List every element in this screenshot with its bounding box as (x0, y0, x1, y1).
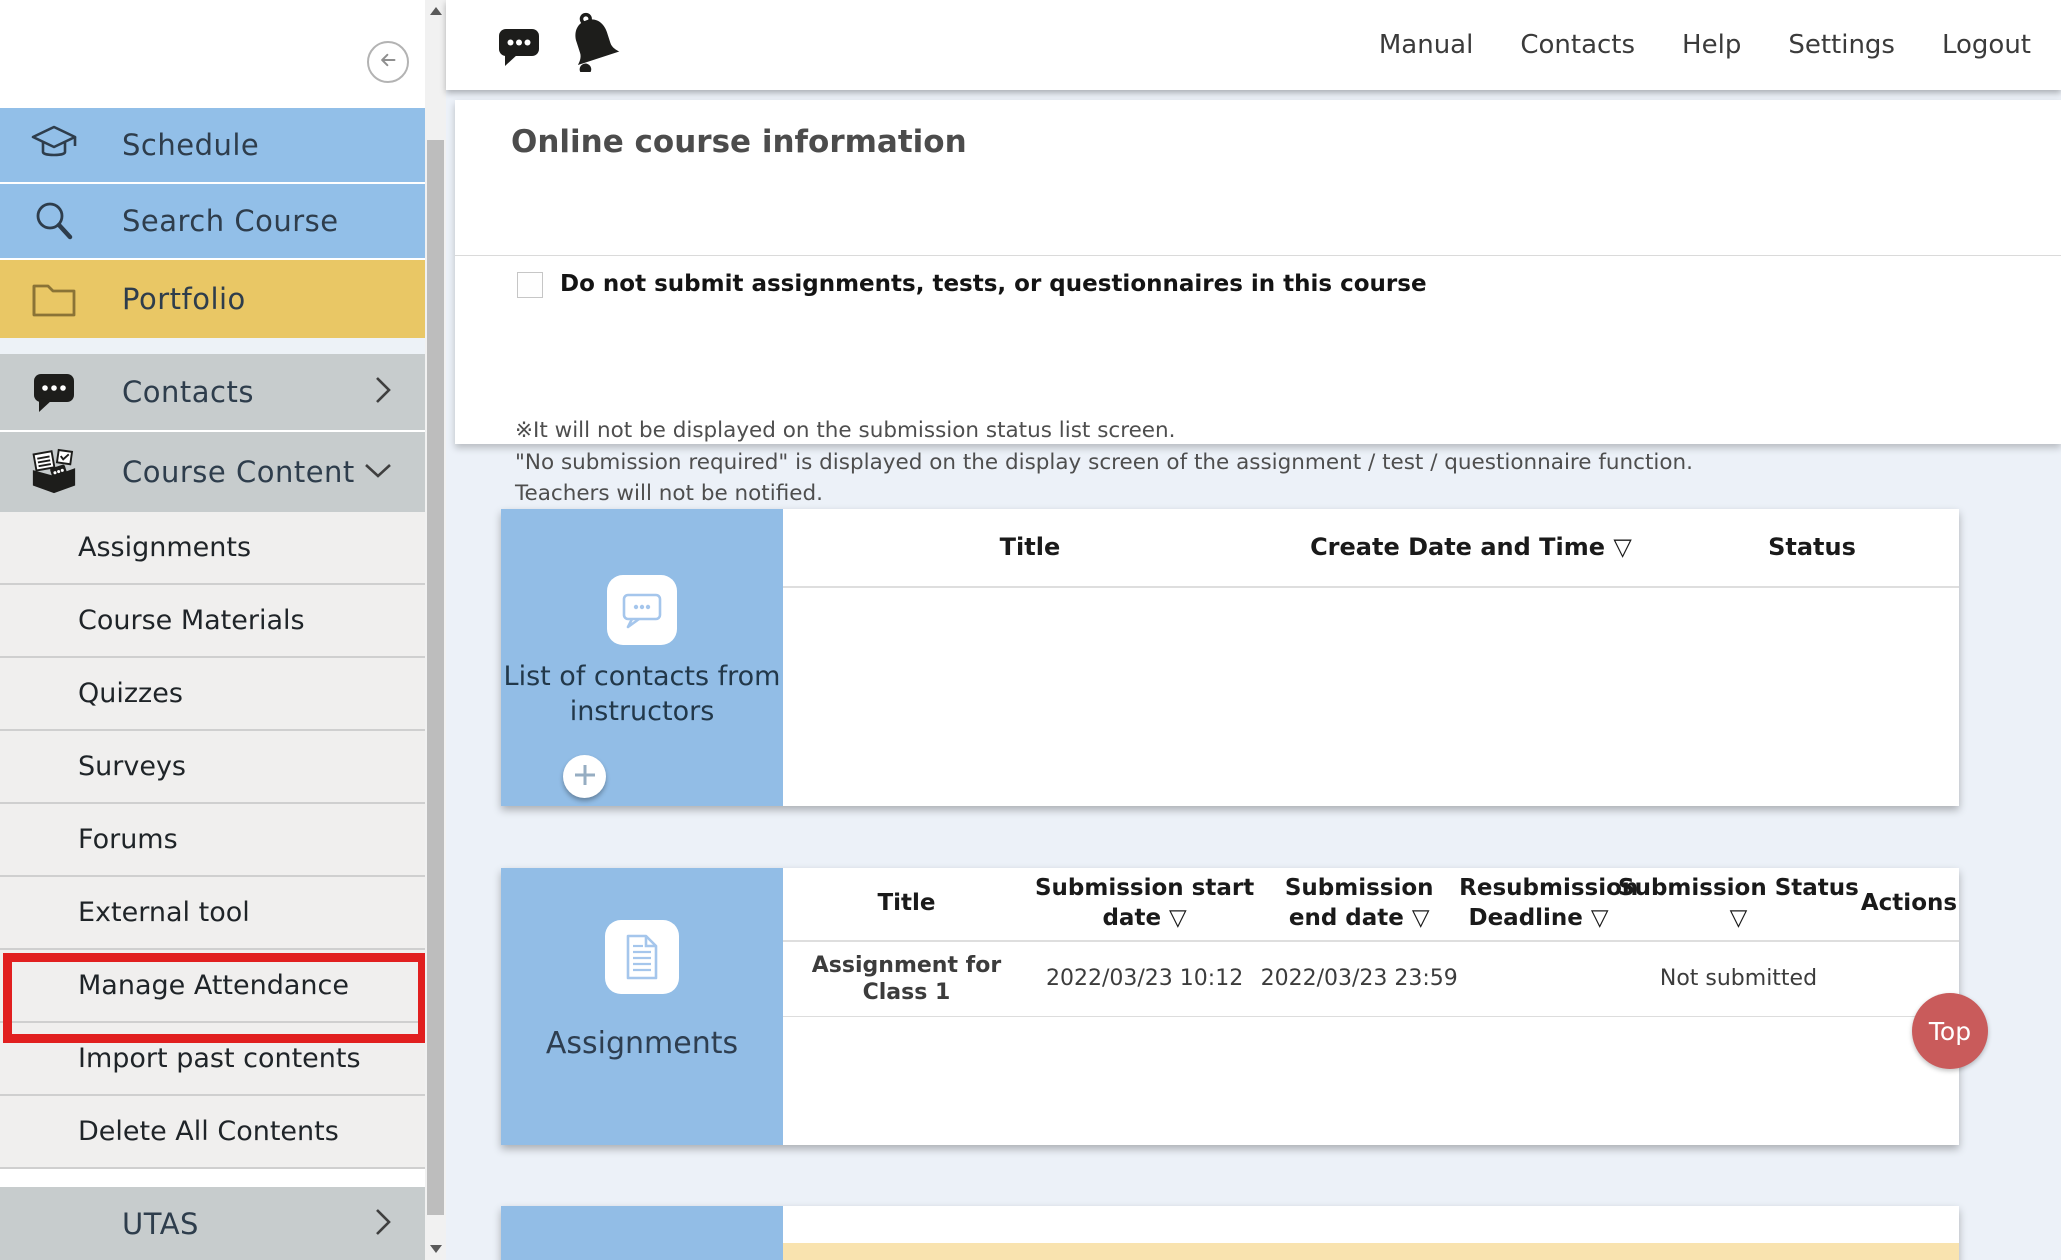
assignments-card-panel[interactable]: Assignments (501, 868, 783, 1145)
chevron-right-icon (373, 375, 393, 409)
cell-title[interactable]: Assignment for Class 1 (783, 952, 1030, 1007)
sidebar-item-external-tool[interactable]: External tool (0, 877, 425, 950)
assignments-panel-label: Assignments (501, 1026, 783, 1061)
back-arrow-icon (375, 47, 401, 77)
app-window: Schedule Search Course Portfolio Contact… (0, 0, 2061, 1260)
top-bar: Manual Contacts Help Settings Logout (446, 0, 2061, 90)
column-header-title[interactable]: Title (783, 532, 1277, 563)
note-line-3: Teachers will not be notified. (515, 481, 823, 506)
cell-submission-status: Not submitted (1618, 965, 1859, 993)
add-contact-button[interactable] (563, 755, 606, 798)
plus-icon (571, 761, 599, 793)
chat-icon[interactable] (497, 26, 543, 72)
column-header-submission-end[interactable]: Submission end date ▽ (1259, 874, 1459, 934)
sidebar-item-label: Quizzes (78, 678, 183, 709)
sidebar-item-label: UTAS (122, 1207, 199, 1241)
document-icon (605, 920, 679, 994)
folder-icon (30, 275, 78, 323)
chevron-down-icon (363, 460, 393, 484)
speech-bubble-icon (30, 368, 78, 416)
chevron-right-icon (373, 1207, 393, 1241)
column-header-submission-status[interactable]: Submission Status ▽ (1618, 874, 1859, 934)
sidebar-item-course-content[interactable]: Course Content (0, 432, 425, 512)
contacts-table: Title Create Date and Time ▽ Status (783, 509, 1959, 806)
assignment-row[interactable]: Assignment for Class 1 2022/03/23 10:12 … (783, 942, 1959, 1017)
course-content-submenu: Assignments Course Materials Quizzes Sur… (0, 512, 425, 1169)
cell-submission-end: 2022/03/23 23:59 (1259, 965, 1459, 993)
assignments-table: Title Submission start date ▽ Submission… (783, 868, 1959, 1145)
contacts-panel-label: List of contacts from instructors (501, 659, 783, 729)
scroll-to-top-button[interactable]: Top (1912, 993, 1988, 1069)
sidebar-item-label: Schedule (122, 128, 259, 162)
content-box-icon (30, 448, 78, 496)
do-not-submit-checkbox[interactable] (517, 272, 543, 298)
sidebar-item-label: Delete All Contents (78, 1116, 339, 1147)
assignments-card: Title Submission start date ▽ Submission… (501, 868, 1959, 1145)
third-card-panel[interactable] (501, 1206, 783, 1260)
nav-manual[interactable]: Manual (1379, 30, 1473, 60)
sidebar-item-label: Search Course (122, 204, 339, 238)
sidebar-item-label: Manage Attendance (78, 970, 349, 1001)
sidebar-item-search-course[interactable]: Search Course (0, 184, 425, 258)
contacts-table-header: Title Create Date and Time ▽ Status (783, 509, 1959, 588)
sidebar-item-label: Contacts (122, 375, 254, 409)
sidebar-item-label: Import past contents (78, 1043, 361, 1074)
online-course-information-card: Online course information Do not submit … (455, 100, 2061, 444)
third-card-partial (501, 1206, 1959, 1260)
sidebar-item-label: Surveys (78, 751, 186, 782)
column-header-submission-start[interactable]: Submission start date ▽ (1030, 874, 1259, 934)
sidebar-item-label: Course Content (122, 455, 355, 489)
sidebar-item-label: Course Materials (78, 605, 305, 636)
sidebar-item-import-past-contents[interactable]: Import past contents (0, 1023, 425, 1096)
page-title: Online course information (511, 124, 967, 160)
sidebar-item-label: Assignments (78, 532, 251, 563)
column-header-status[interactable]: Status (1665, 532, 1959, 563)
contacts-from-instructors-card: Title Create Date and Time ▽ Status List… (501, 509, 1959, 806)
contacts-card-panel[interactable]: List of contacts from instructors (501, 509, 783, 806)
nav-logout[interactable]: Logout (1942, 30, 2031, 60)
scrollbar-down-arrow[interactable] (425, 1238, 446, 1260)
cell-submission-start: 2022/03/23 10:12 (1030, 965, 1259, 993)
sidebar-item-quizzes[interactable]: Quizzes (0, 658, 425, 731)
sidebar-item-label: Forums (78, 824, 178, 855)
top-button-label: Top (1929, 1017, 1971, 1046)
sidebar-divider-strip (0, 338, 425, 354)
sidebar-item-delete-all-contents[interactable]: Delete All Contents (0, 1096, 425, 1169)
third-card-highlight-row (783, 1243, 1959, 1260)
note-line-1: ※It will not be displayed on the submiss… (515, 418, 1176, 443)
sidebar-item-schedule[interactable]: Schedule (0, 108, 425, 182)
graduation-cap-icon (30, 121, 78, 169)
column-header-actions[interactable]: Actions (1859, 889, 1959, 919)
sidebar-item-assignments[interactable]: Assignments (0, 512, 425, 585)
column-header-resubmission-deadline[interactable]: Resubmission Deadline ▽ (1459, 874, 1618, 934)
divider (455, 255, 2061, 256)
sidebar: Schedule Search Course Portfolio Contact… (0, 0, 425, 1260)
top-navigation: Manual Contacts Help Settings Logout (1379, 0, 2031, 90)
chat-outline-icon (607, 575, 677, 645)
sidebar-item-surveys[interactable]: Surveys (0, 731, 425, 804)
sidebar-item-contacts[interactable]: Contacts (0, 354, 425, 430)
scrollbar-thumb[interactable] (427, 140, 444, 1215)
sidebar-item-utas[interactable]: UTAS (0, 1187, 425, 1260)
bell-icon[interactable] (564, 10, 622, 76)
search-icon (30, 197, 78, 245)
column-header-title[interactable]: Title (783, 889, 1030, 919)
assignments-table-header: Title Submission start date ▽ Submission… (783, 868, 1959, 942)
sidebar-item-forums[interactable]: Forums (0, 804, 425, 877)
scrollbar-up-arrow[interactable] (425, 0, 446, 22)
column-header-create-date[interactable]: Create Date and Time ▽ (1277, 532, 1665, 563)
sidebar-item-portfolio[interactable]: Portfolio (0, 260, 425, 338)
nav-help[interactable]: Help (1682, 30, 1741, 60)
sidebar-item-label: External tool (78, 897, 250, 928)
sidebar-collapse-button[interactable] (367, 41, 409, 83)
nav-settings[interactable]: Settings (1788, 30, 1895, 60)
sidebar-item-label: Portfolio (122, 282, 246, 316)
checkbox-label: Do not submit assignments, tests, or que… (560, 271, 1427, 297)
sidebar-item-manage-attendance[interactable]: Manage Attendance (0, 950, 425, 1023)
nav-contacts[interactable]: Contacts (1520, 30, 1635, 60)
sidebar-item-course-materials[interactable]: Course Materials (0, 585, 425, 658)
note-line-2: "No submission required" is displayed on… (515, 450, 1693, 475)
sidebar-scrollbar[interactable] (425, 0, 446, 1260)
